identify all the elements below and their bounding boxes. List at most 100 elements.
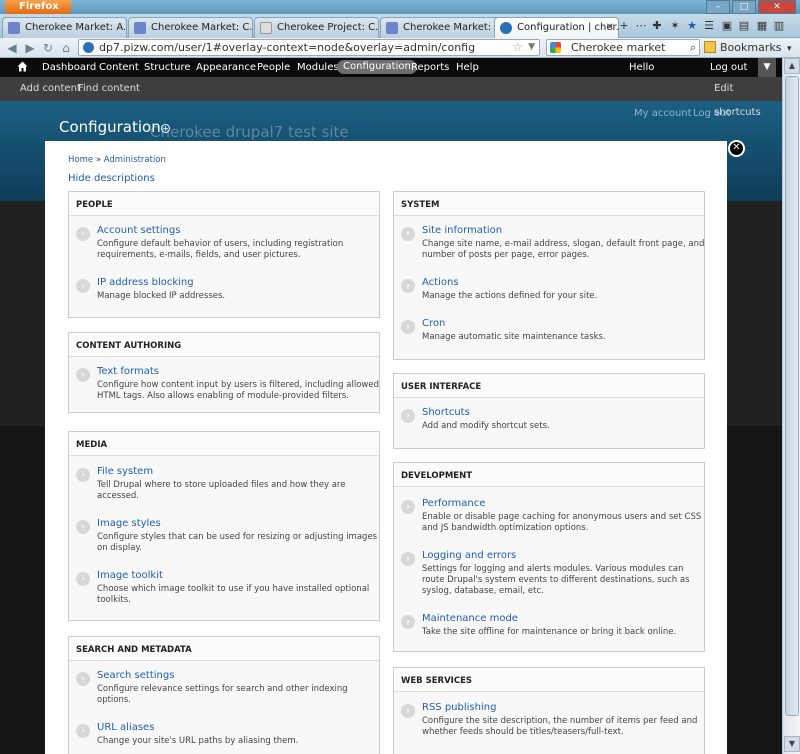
panel-title: MEDIA [69,432,379,456]
toolbar-reports[interactable]: Reports [411,58,449,77]
addon-icon[interactable]: ▦ [755,19,769,33]
panel-title: CONTENT AUTHORING [69,333,379,357]
my-account-link[interactable]: My account [634,108,692,119]
browser-tab[interactable]: Cherokee Market: C... [128,17,253,38]
home-icon[interactable]: ⌂ [58,40,74,56]
chevron-right-icon[interactable]: › [401,615,415,629]
addon-icon[interactable]: ✶ [668,19,682,33]
chevron-right-icon[interactable]: › [76,468,90,482]
favicon-icon [386,22,398,34]
toolbar-help[interactable]: Help [456,58,479,77]
shortcuts-bar: Add content Find content Edit shortcuts [0,77,782,118]
hello-user: Hello [629,62,655,73]
chevron-right-icon[interactable]: › [76,279,90,293]
toolbar-configuration[interactable]: Configuration [337,60,417,74]
panel-system: SYSTEM › Site information Change site na… [393,191,705,360]
url-bar[interactable]: dp7.pizw.com/user/1#overlay-context=node… [78,39,540,56]
toolbar-toggle-icon[interactable]: ▼ [758,58,776,77]
panel-people: PEOPLE › Account settings Configure defa… [68,191,380,318]
browser-tab[interactable]: Cherokee Market: C... [380,17,505,38]
chevron-down-icon: ▾ [786,44,792,54]
chevron-right-icon[interactable]: › [76,672,90,686]
toolbar-logout[interactable]: Log out [710,58,747,77]
favicon-icon [260,22,272,34]
panel-title: SEARCH AND METADATA [69,637,379,661]
breadcrumb: Home » Administration [68,155,166,165]
firefox-menu-button[interactable]: Firefox [5,0,71,14]
back-icon[interactable]: ◀ [4,40,20,56]
google-icon [550,42,561,53]
toolbar-content[interactable]: Content [99,58,139,77]
chevron-right-icon[interactable]: › [401,704,415,718]
close-tab-icon[interactable]: ✕ [606,18,614,37]
toolbar-people[interactable]: People [257,58,290,77]
browser-tab-active[interactable]: Configuration | cher... ✕ [494,17,619,39]
star-addon-icon[interactable]: ★ [685,19,699,33]
home-icon[interactable] [17,61,28,72]
forward-icon[interactable]: ▶ [22,40,38,56]
addon-icon[interactable]: ✚ [650,19,664,33]
reload-icon[interactable]: ↻ [40,40,56,56]
close-window-icon[interactable]: ✕ [758,0,796,14]
window-controls: – □ ✕ [706,0,796,14]
config-overlay: Home » Administration Hide descriptions … [45,141,727,754]
scrollbar-thumb[interactable] [785,76,799,716]
chevron-right-icon[interactable]: › [401,409,415,423]
breadcrumb-administration[interactable]: Administration [104,155,166,165]
toolbar-structure[interactable]: Structure [144,58,191,77]
navigation-bar: ◀ ▶ ↻ ⌂ dp7.pizw.com/user/1#overlay-cont… [0,38,800,58]
panel-media: MEDIA › File system Tell Drupal where to… [68,431,380,621]
chevron-right-icon[interactable]: › [401,279,415,293]
chevron-right-icon[interactable]: › [76,724,90,738]
add-shortcut-icon[interactable]: + [161,124,170,133]
favicon-icon [134,22,146,34]
chevron-right-icon[interactable]: › [401,552,415,566]
edit-shortcuts-link[interactable]: Edit shortcuts [714,77,782,125]
bookmarks-button[interactable]: Bookmarks ▾ [704,40,792,57]
chevron-right-icon[interactable]: › [76,227,90,241]
window-titlebar: Firefox – □ ✕ [0,0,800,14]
chevron-right-icon[interactable]: › [76,368,90,382]
site-icon [83,42,94,53]
chevron-right-icon[interactable]: › [76,520,90,534]
search-input[interactable]: Cherokee market ⌕ [546,39,700,56]
addon-icon[interactable]: ▣ [720,19,734,33]
scroll-up-icon[interactable]: ▲ [784,58,800,74]
browser-tab[interactable]: Cherokee Project: C... [254,17,379,38]
close-overlay-icon[interactable]: ✕ [728,140,745,157]
shortcut-find-content[interactable]: Find content [78,77,140,101]
search-icon[interactable]: ⌕ [690,40,696,55]
chevron-right-icon[interactable]: › [401,227,415,241]
favicon-icon [8,22,20,34]
panel-title: USER INTERFACE [394,374,704,398]
hide-descriptions-link[interactable]: Hide descriptions [68,173,155,184]
panel-title: DEVELOPMENT [394,463,704,487]
panel-title: WEB SERVICES [394,668,704,692]
scroll-down-icon[interactable]: ▼ [784,736,800,752]
page-scrollbar[interactable]: ▲ ▼ [782,58,800,754]
list-tabs-icon[interactable]: ⋯ [634,19,648,33]
panel-title: PEOPLE [69,192,379,216]
admin-toolbar: Dashboard Content Structure Appearance P… [0,58,782,77]
panel-content-authoring: CONTENT AUTHORING › Text formats Configu… [68,332,380,413]
chevron-right-icon[interactable]: › [401,320,415,334]
toolbar-modules[interactable]: Modules [297,58,339,77]
bookmark-star-icon[interactable]: ☆ [512,40,523,55]
addon-icon[interactable]: ☰ [702,19,716,33]
maximize-icon[interactable]: □ [732,0,756,14]
toolbar-dashboard[interactable]: Dashboard [42,58,96,77]
breadcrumb-home[interactable]: Home [68,155,93,165]
panel-user-interface: USER INTERFACE › Shortcuts Add and modif… [393,373,705,449]
toolbar-appearance[interactable]: Appearance [196,58,256,77]
chevron-down-icon[interactable]: ▼ [528,40,535,55]
panel-development: DEVELOPMENT › Performance Enable or disa… [393,462,705,652]
addon-icon[interactable]: ▤ [737,19,751,33]
chevron-right-icon[interactable]: › [76,572,90,586]
minimize-icon[interactable]: – [706,0,730,14]
tab-bar: Cherokee Market: A... Cherokee Market: C… [0,14,800,39]
new-tab-icon[interactable]: + [617,19,631,33]
addon-icon[interactable]: ▥ [772,19,786,33]
shortcut-add-content[interactable]: Add content [20,77,81,101]
browser-tab[interactable]: Cherokee Market: A... [2,17,127,38]
chevron-right-icon[interactable]: › [401,500,415,514]
